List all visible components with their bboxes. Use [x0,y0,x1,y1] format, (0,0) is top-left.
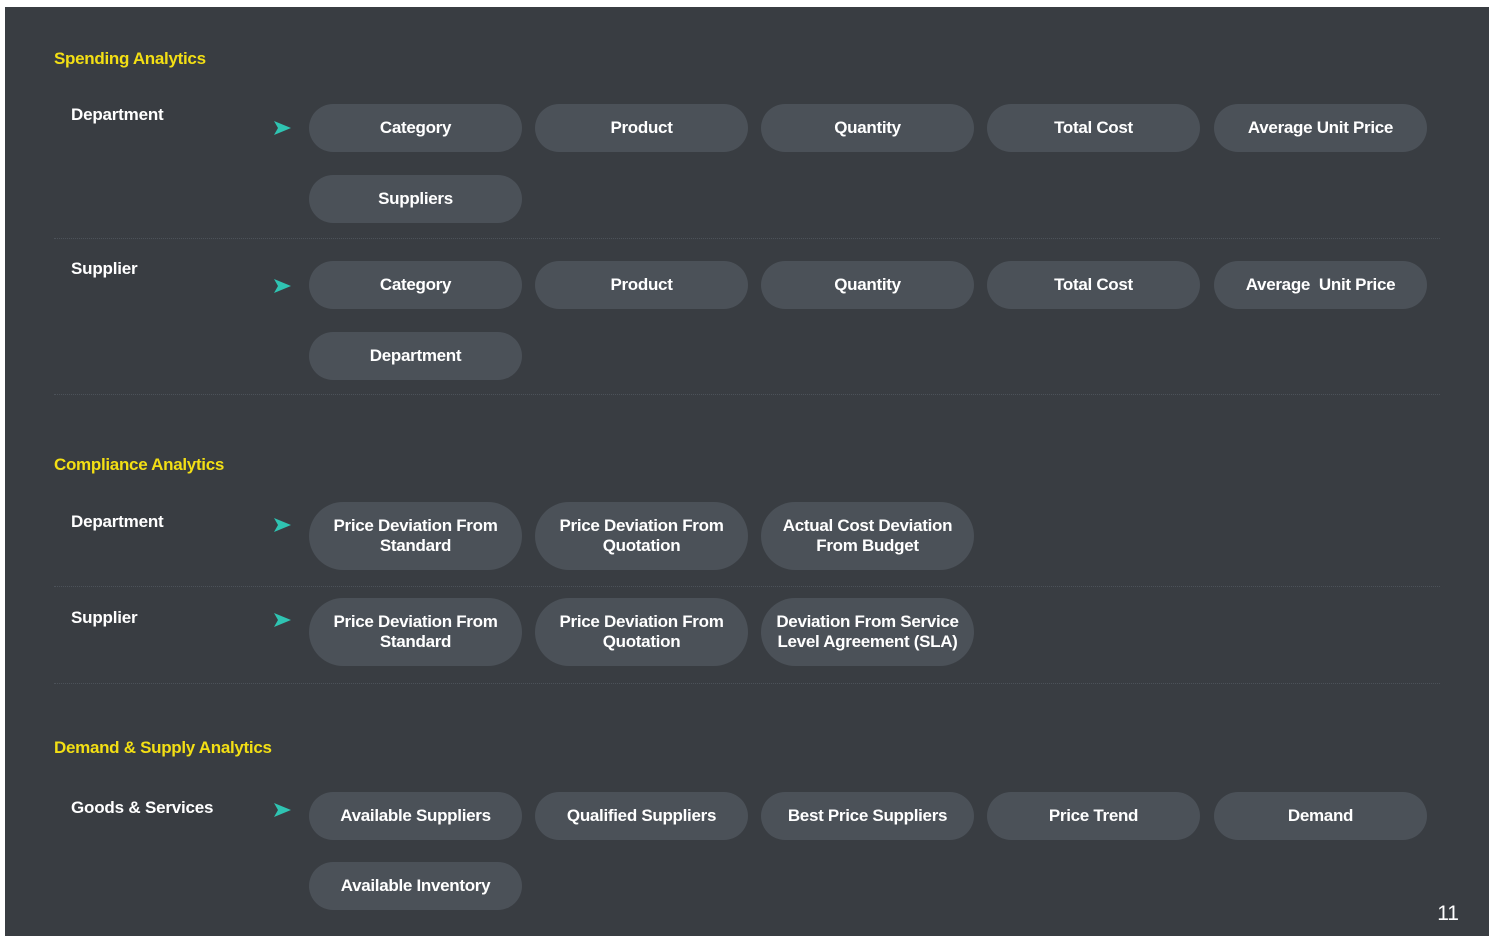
section-divider [54,683,1440,684]
pill-quantity[interactable]: Quantity [761,261,974,309]
slide: Spending Analytics Department Category P… [5,7,1489,936]
section-title-spending: Spending Analytics [54,49,206,68]
section-title-demand-supply: Demand & Supply Analytics [54,738,272,757]
pill-available-suppliers[interactable]: Available Suppliers [309,792,522,840]
pill-department[interactable]: Department [309,332,522,380]
arrow-right-icon [274,279,291,293]
pill-qualified-suppliers[interactable]: Qualified Suppliers [535,792,748,840]
pill-average-unit-price[interactable]: Average Unit Price [1214,104,1427,152]
pill-deviation-from-sla[interactable]: Deviation From Service Level Agreement (… [761,598,974,666]
row-label-supplier: Supplier [71,259,138,278]
pill-price-deviation-from-quotation[interactable]: Price Deviation From Quotation [535,502,748,570]
arrow-right-icon [274,518,291,532]
row-label-goods-services: Goods & Services [71,798,214,817]
pill-available-inventory[interactable]: Available Inventory [309,862,522,910]
row-label-department: Department [71,105,164,124]
pill-suppliers[interactable]: Suppliers [309,175,522,223]
row-divider [54,586,1440,587]
row-label-department: Department [71,512,164,531]
pill-category[interactable]: Category [309,261,522,309]
pill-best-price-suppliers[interactable]: Best Price Suppliers [761,792,974,840]
arrow-right-icon [274,121,291,135]
section-divider [54,394,1440,395]
pill-price-deviation-from-quotation[interactable]: Price Deviation From Quotation [535,598,748,666]
pill-product[interactable]: Product [535,104,748,152]
row-label-supplier: Supplier [71,608,138,627]
pill-actual-cost-deviation-from-budget[interactable]: Actual Cost Deviation From Budget [761,502,974,570]
arrow-right-icon [274,803,291,817]
pill-product[interactable]: Product [535,261,748,309]
pill-category[interactable]: Category [309,104,522,152]
pill-total-cost[interactable]: Total Cost [987,261,1200,309]
pill-average-unit-price[interactable]: Average Unit Price [1214,261,1427,309]
pill-price-deviation-from-standard[interactable]: Price Deviation From Standard [309,598,522,666]
pill-total-cost[interactable]: Total Cost [987,104,1200,152]
page-number: 11 [1437,902,1459,925]
pill-price-deviation-from-standard[interactable]: Price Deviation From Standard [309,502,522,570]
arrow-right-icon [274,613,291,627]
row-divider [54,238,1440,239]
section-title-compliance: Compliance Analytics [54,455,225,474]
pill-price-trend[interactable]: Price Trend [987,792,1200,840]
pill-quantity[interactable]: Quantity [761,104,974,152]
pill-demand[interactable]: Demand [1214,792,1427,840]
